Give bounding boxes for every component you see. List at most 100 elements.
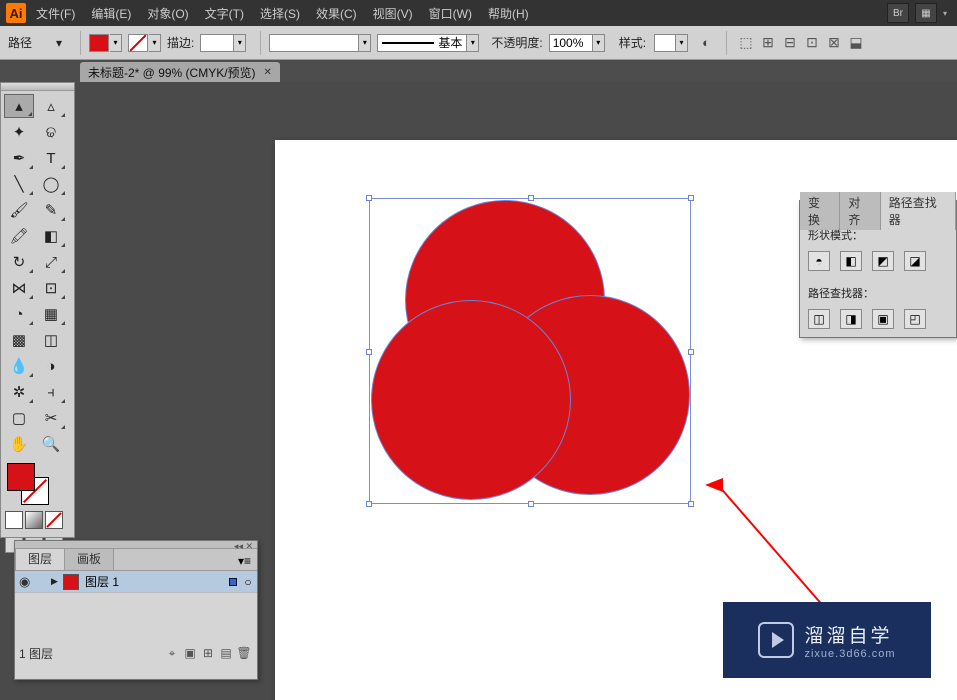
align-icon[interactable]: ⊡: [804, 35, 820, 51]
merge-button[interactable]: ▣: [872, 309, 894, 329]
tab-pathfinder[interactable]: 路径查找器: [881, 192, 956, 230]
gradient-tool[interactable]: ◫: [36, 328, 66, 352]
color-mode-solid[interactable]: [5, 511, 23, 529]
make-clipping-mask-icon[interactable]: ▣: [181, 646, 199, 660]
pen-tool[interactable]: ✒: [4, 146, 34, 170]
fill-dropdown[interactable]: ▾: [110, 34, 122, 52]
brush-definition[interactable]: 基本: [377, 34, 467, 52]
selection-handle[interactable]: [528, 501, 534, 507]
graphic-style-dropdown[interactable]: ▾: [676, 34, 688, 52]
opacity-input[interactable]: 100%: [549, 34, 593, 52]
tab-transform[interactable]: 变换: [800, 192, 840, 230]
artboard-tool[interactable]: ▢: [4, 406, 34, 430]
target-icon[interactable]: ○: [243, 575, 253, 589]
menu-type[interactable]: 文字(T): [205, 5, 244, 22]
layer-row[interactable]: ◉ ▶ 图层 1 ○: [15, 571, 257, 593]
menu-help[interactable]: 帮助(H): [488, 5, 529, 22]
crop-button[interactable]: ◰: [904, 309, 926, 329]
selection-handle[interactable]: [366, 195, 372, 201]
slice-tool[interactable]: ✂: [36, 406, 66, 430]
document-tab[interactable]: 未标题-2* @ 99% (CMYK/预览) ✕: [80, 62, 280, 82]
stroke-dropdown[interactable]: ▾: [149, 34, 161, 52]
variable-width-dropdown[interactable]: ▾: [359, 34, 371, 52]
rotate-tool[interactable]: ↻: [4, 250, 34, 274]
selection-bounding-box[interactable]: [369, 198, 691, 504]
tab-align[interactable]: 对齐: [840, 192, 880, 230]
new-layer-icon[interactable]: ▤: [217, 646, 235, 660]
selection-handle[interactable]: [528, 195, 534, 201]
delete-layer-icon[interactable]: 🗑: [235, 646, 253, 660]
dropdown-icon[interactable]: ▾: [52, 36, 66, 50]
selection-handle[interactable]: [688, 195, 694, 201]
brush-dropdown[interactable]: ▾: [467, 34, 479, 52]
selection-handle[interactable]: [688, 501, 694, 507]
arrange-documents-dropdown[interactable]: ▾: [939, 3, 951, 23]
color-mode-none[interactable]: [45, 511, 63, 529]
selection-handle[interactable]: [688, 349, 694, 355]
minus-front-button[interactable]: ◧: [840, 251, 862, 271]
shape-builder-tool[interactable]: ◔: [4, 302, 34, 326]
free-transform-tool[interactable]: ⊡: [36, 276, 66, 300]
zoom-tool[interactable]: 🔍: [36, 432, 66, 456]
panel-grip[interactable]: ◂◂ ✕: [15, 541, 257, 549]
line-tool[interactable]: ╲: [4, 172, 34, 196]
new-sublayer-icon[interactable]: ⊞: [199, 646, 217, 660]
eraser-tool[interactable]: ◧: [36, 224, 66, 248]
type-tool[interactable]: T: [36, 146, 66, 170]
trim-button[interactable]: ◨: [840, 309, 862, 329]
locate-object-icon[interactable]: ⌖: [163, 646, 181, 661]
unite-button[interactable]: ◓: [808, 251, 830, 271]
opacity-label[interactable]: 不透明度:: [491, 34, 542, 51]
symbol-sprayer-tool[interactable]: ✲: [4, 380, 34, 404]
align-icon[interactable]: ⊞: [760, 35, 776, 51]
blob-brush-tool[interactable]: 🖍: [4, 224, 34, 248]
recolor-artwork-icon[interactable]: ◐: [697, 34, 715, 52]
magic-wand-tool[interactable]: ✦: [4, 120, 34, 144]
menu-edit[interactable]: 编辑(E): [91, 5, 131, 22]
visibility-toggle-icon[interactable]: ◉: [19, 574, 37, 590]
selection-handle[interactable]: [366, 349, 372, 355]
align-icon[interactable]: ⊟: [782, 35, 798, 51]
menu-select[interactable]: 选择(S): [260, 5, 300, 22]
fill-color-box[interactable]: [7, 463, 35, 491]
fill-stroke-control[interactable]: [7, 463, 57, 509]
close-tab-icon[interactable]: ✕: [264, 67, 272, 78]
stroke-swatch[interactable]: [128, 34, 148, 52]
eyedropper-tool[interactable]: 💧: [4, 354, 34, 378]
align-icon[interactable]: ⊠: [826, 35, 842, 51]
stroke-weight-input[interactable]: [200, 34, 234, 52]
color-mode-gradient[interactable]: [25, 511, 43, 529]
arrange-documents-button[interactable]: ▦: [915, 3, 937, 23]
divide-button[interactable]: ◫: [808, 309, 830, 329]
variable-width-profile[interactable]: [269, 34, 359, 52]
panel-grip[interactable]: [1, 83, 74, 91]
selection-tool[interactable]: ▴: [4, 94, 34, 118]
menu-view[interactable]: 视图(V): [373, 5, 413, 22]
intersect-button[interactable]: ◩: [872, 251, 894, 271]
perspective-grid-tool[interactable]: ▦: [36, 302, 66, 326]
hand-tool[interactable]: ✋: [4, 432, 34, 456]
lasso-tool[interactable]: ଢ: [36, 120, 66, 144]
mesh-tool[interactable]: ▩: [4, 328, 34, 352]
paintbrush-tool[interactable]: 🖌: [4, 198, 34, 222]
menu-effect[interactable]: 效果(C): [316, 5, 357, 22]
selection-indicator[interactable]: [229, 578, 237, 586]
direct-selection-tool[interactable]: ▵: [36, 94, 66, 118]
fill-swatch[interactable]: [89, 34, 109, 52]
width-tool[interactable]: ⋈: [4, 276, 34, 300]
align-icon[interactable]: ⬓: [848, 35, 864, 51]
tab-layers[interactable]: 图层: [15, 546, 65, 570]
exclude-button[interactable]: ◪: [904, 251, 926, 271]
stroke-label[interactable]: 描边:: [167, 34, 194, 51]
menu-file[interactable]: 文件(F): [36, 5, 75, 22]
selection-handle[interactable]: [366, 501, 372, 507]
graphic-style-swatch[interactable]: [654, 34, 676, 52]
scale-tool[interactable]: ⤢: [36, 250, 66, 274]
column-graph-tool[interactable]: ⫞: [36, 380, 66, 404]
menu-object[interactable]: 对象(O): [147, 5, 188, 22]
panel-menu-icon[interactable]: ▾≡: [232, 552, 257, 570]
stroke-weight-dropdown[interactable]: ▾: [234, 34, 246, 52]
opacity-dropdown[interactable]: ▾: [593, 34, 605, 52]
layer-name[interactable]: 图层 1: [85, 573, 119, 590]
expand-toggle-icon[interactable]: ▶: [51, 576, 63, 587]
